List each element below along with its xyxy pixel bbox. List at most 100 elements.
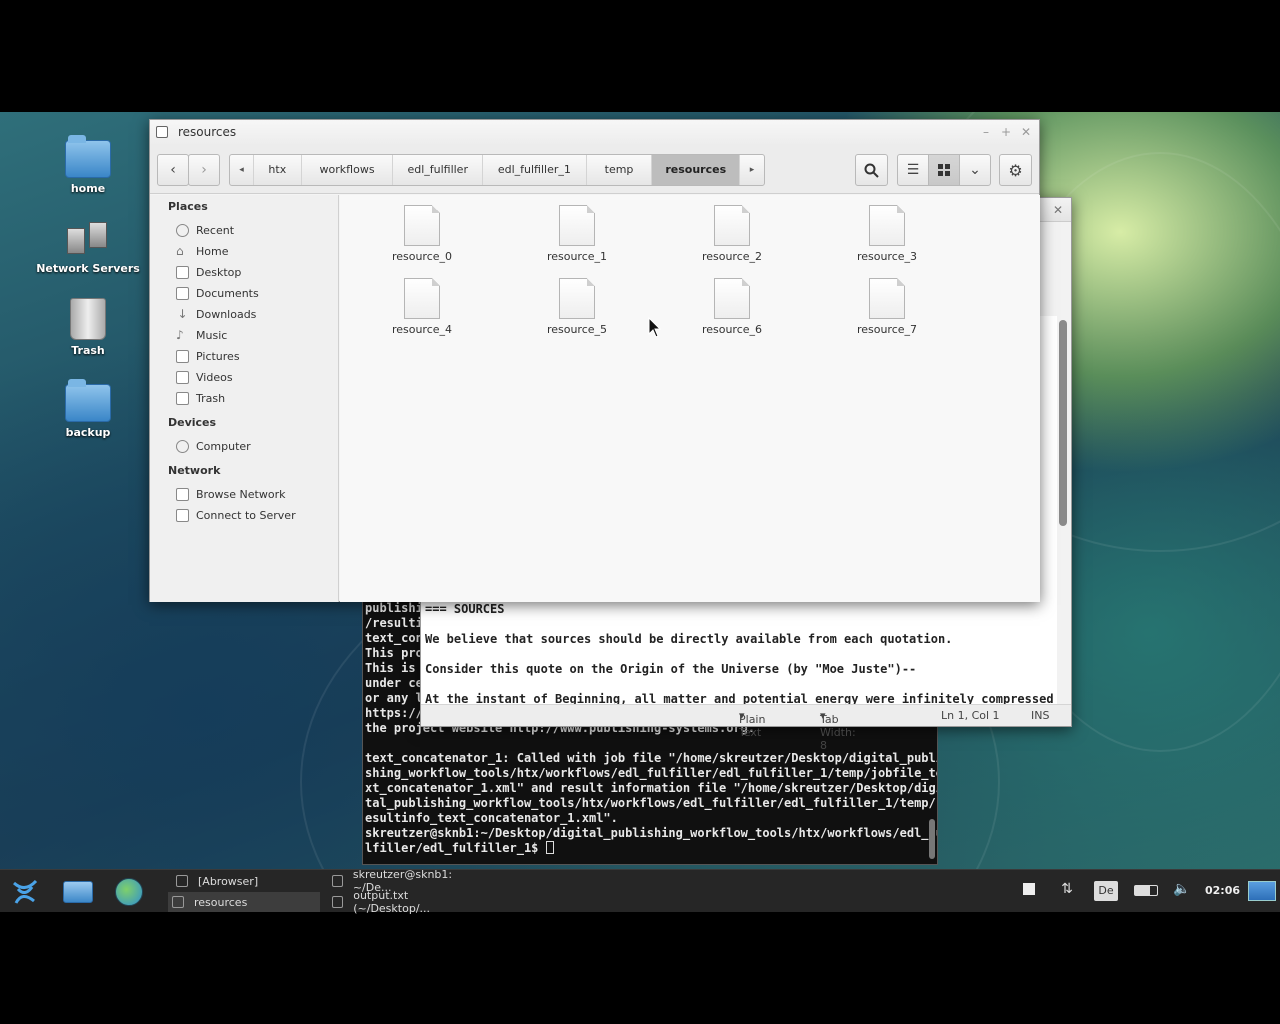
file-item[interactable]: resource_4 xyxy=(367,278,477,336)
show-desktop-icon[interactable] xyxy=(1247,881,1277,901)
minimize-icon[interactable]: – xyxy=(977,123,995,141)
browser-launcher[interactable] xyxy=(112,875,146,909)
file-item[interactable]: resource_6 xyxy=(677,278,787,336)
desktop-icon-label: backup xyxy=(65,426,111,439)
file-item[interactable]: resource_2 xyxy=(677,205,787,263)
breadcrumb-item[interactable]: workflows xyxy=(302,155,394,185)
sidebar-item-documents[interactable]: Documents xyxy=(176,284,259,302)
close-icon[interactable]: ✕ xyxy=(1017,123,1035,141)
sidebar-item-music[interactable]: ♪ Music xyxy=(176,326,227,344)
task-terminal[interactable]: skreutzer@sknb1: ~/De... xyxy=(328,868,478,894)
breadcrumb: ◂ htx workflows edl_fulfiller edl_fulfil… xyxy=(229,154,765,186)
desktop-icon-network-servers[interactable]: Network Servers xyxy=(33,222,143,275)
sidebar-item-downloads[interactable]: ↓ Downloads xyxy=(176,305,256,323)
forward-button[interactable]: › xyxy=(188,154,220,186)
chevron-right-icon: › xyxy=(201,162,207,178)
sidebar-item-trash[interactable]: Trash xyxy=(176,389,225,407)
file-item[interactable]: resource_7 xyxy=(832,278,942,336)
sidebar-item-desktop[interactable]: Desktop xyxy=(176,263,241,281)
volume-icon[interactable]: 🔈 xyxy=(1172,881,1192,901)
text-file-icon xyxy=(404,205,440,246)
sidebar-item-browse-network[interactable]: Browse Network xyxy=(176,485,285,503)
sidebar-item-recent[interactable]: Recent xyxy=(176,221,234,239)
clock[interactable]: 02:06 xyxy=(1205,884,1240,897)
file-manager-launcher[interactable] xyxy=(61,875,95,909)
camera-icon xyxy=(176,349,189,363)
file-manager-icon xyxy=(156,126,168,138)
tab-width-selector[interactable]: Tab Width: 8 ▾ xyxy=(820,709,856,752)
search-icon xyxy=(864,163,879,178)
window-titlebar[interactable]: resources – + ✕ xyxy=(150,120,1039,146)
network-icon xyxy=(176,487,189,501)
breadcrumb-scroll-left[interactable]: ◂ xyxy=(230,155,254,185)
sidebar-item-home[interactable]: ⌂ Home xyxy=(176,242,228,260)
terminal-icon xyxy=(332,875,343,887)
app-menu-icon xyxy=(12,879,38,904)
file-manager-icon xyxy=(172,896,184,908)
list-view-button[interactable]: ☰ xyxy=(897,154,929,186)
text-file-icon xyxy=(714,278,750,319)
terminal-cursor xyxy=(545,841,554,854)
sidebar-item-computer[interactable]: Computer xyxy=(176,437,251,455)
file-item[interactable]: resource_1 xyxy=(522,205,632,263)
terminal-scrollbar[interactable] xyxy=(929,819,935,859)
file-item[interactable]: resource_3 xyxy=(832,205,942,263)
language-selector[interactable]: Plain Text ▾ xyxy=(739,709,765,739)
desktop-icon-trash[interactable]: Trash xyxy=(33,298,143,357)
sidebar-header-devices: Devices xyxy=(168,416,217,429)
app-menu-button[interactable] xyxy=(8,875,42,909)
drive-icon xyxy=(176,439,189,453)
desktop-icon-home[interactable]: home xyxy=(33,135,143,195)
trash-icon xyxy=(176,391,189,405)
back-button[interactable]: ‹ xyxy=(157,154,189,186)
home-folder-icon xyxy=(65,135,111,178)
desktop-icon-label: home xyxy=(70,182,106,195)
file-item[interactable]: resource_5 xyxy=(522,278,632,336)
chevron-down-icon: ⌄ xyxy=(969,162,981,178)
insert-mode: INS xyxy=(1031,709,1050,722)
file-item[interactable]: resource_0 xyxy=(367,205,477,263)
film-icon xyxy=(176,370,189,384)
sidebar-header-network: Network xyxy=(168,464,221,477)
search-button[interactable] xyxy=(855,154,888,186)
desktop-icon-label: Trash xyxy=(71,344,105,357)
grid-icon xyxy=(938,164,950,176)
sidebar-header-places: Places xyxy=(168,200,208,213)
text-file-icon xyxy=(559,205,595,246)
home-icon: ⌂ xyxy=(176,243,184,258)
breadcrumb-item[interactable]: temp xyxy=(587,155,653,185)
trash-icon xyxy=(70,298,106,340)
sidebar-item-videos[interactable]: Videos xyxy=(176,368,233,386)
window-title: resources xyxy=(178,125,237,139)
breadcrumb-item-current[interactable]: resources xyxy=(652,155,741,185)
workspace-icon[interactable] xyxy=(1021,881,1037,901)
desktop-icon-backup[interactable]: backup xyxy=(33,379,143,439)
editor-scrollbar[interactable] xyxy=(1059,320,1067,526)
close-icon[interactable]: ✕ xyxy=(1053,203,1063,217)
grid-view-button[interactable] xyxy=(928,154,960,186)
breadcrumb-item[interactable]: htx xyxy=(254,155,302,185)
battery-icon[interactable] xyxy=(1132,881,1160,901)
cursor-position: Ln 1, Col 1 xyxy=(941,709,1000,722)
task-resources[interactable]: resources xyxy=(168,892,320,912)
sidebar-item-pictures[interactable]: Pictures xyxy=(176,347,240,365)
task-output-txt[interactable]: output.txt (~/Desktop/... xyxy=(328,889,478,915)
text-file-icon xyxy=(404,278,440,319)
file-grid: resource_0 resource_1 resource_2 resourc… xyxy=(340,195,1040,602)
maximize-icon[interactable]: + xyxy=(997,123,1015,141)
music-icon: ♪ xyxy=(176,327,184,342)
editor-statusbar: Plain Text ▾ Tab Width: 8 ▾ Ln 1, Col 1 … xyxy=(421,704,1071,752)
task-abrowser[interactable]: [Abrowser] xyxy=(172,871,320,891)
folder-icon xyxy=(65,379,111,422)
view-options-button[interactable]: ⌄ xyxy=(959,154,991,186)
settings-button[interactable]: ⚙ xyxy=(999,154,1032,186)
network-transfer-icon[interactable]: ⇅ xyxy=(1057,881,1077,901)
sidebar: Places Recent ⌂ Home Desktop Documents ↓ D… xyxy=(150,195,339,602)
file-manager-window[interactable]: resources – + ✕ ‹ › ◂ htx workflows edl_… xyxy=(149,119,1040,602)
sidebar-item-connect-to-server[interactable]: Connect to Server xyxy=(176,506,296,524)
breadcrumb-scroll-right[interactable]: ▸ xyxy=(740,155,764,185)
breadcrumb-item[interactable]: edl_fulfiller_1 xyxy=(483,155,587,185)
text-file-icon xyxy=(714,205,750,246)
keyboard-layout-indicator[interactable]: De xyxy=(1094,881,1118,901)
breadcrumb-item[interactable]: edl_fulfiller xyxy=(393,155,484,185)
